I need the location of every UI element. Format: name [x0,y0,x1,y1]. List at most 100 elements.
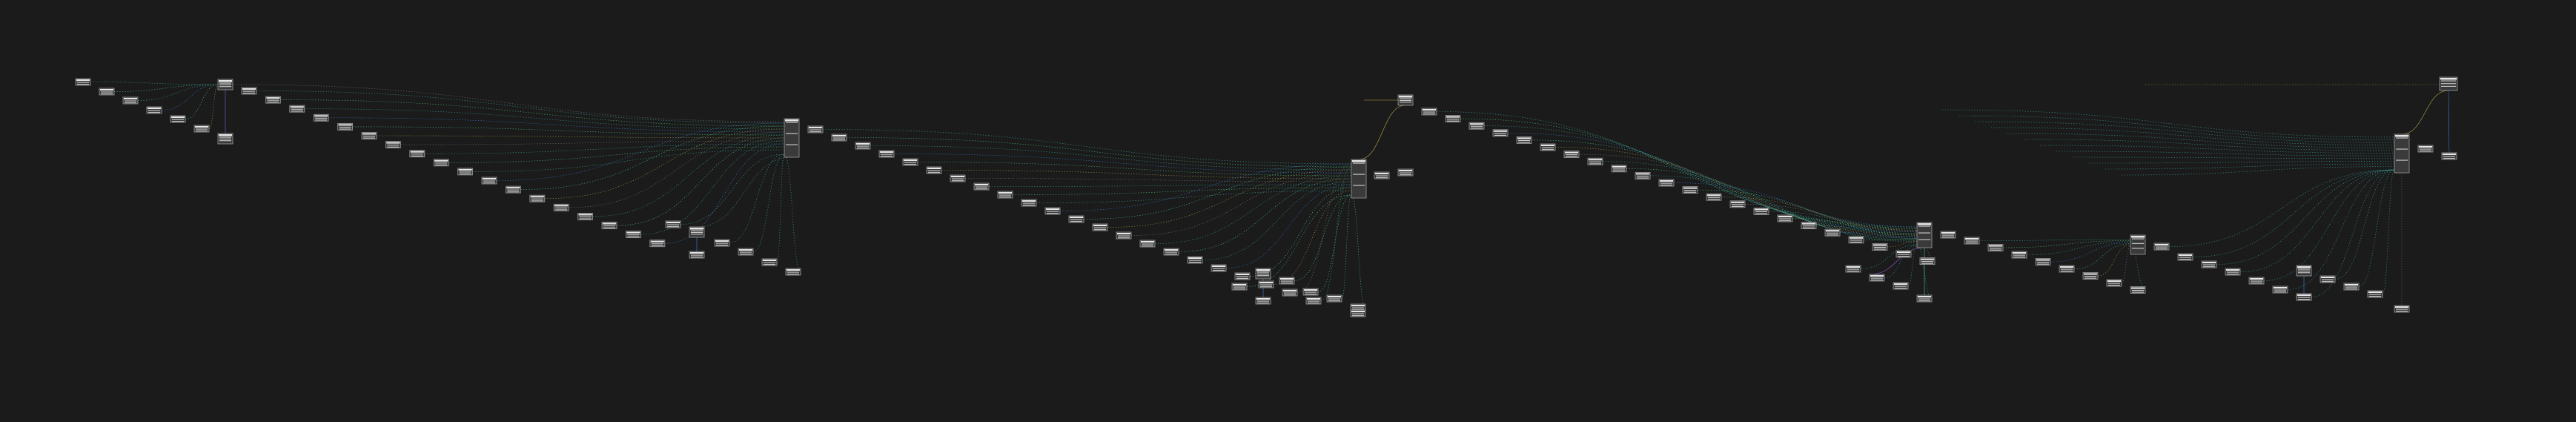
c1-node-11[interactable] [481,177,497,185]
c3-node-15[interactable] [1753,207,1769,215]
c2-node-5[interactable] [902,158,918,166]
hub-1-sub-node[interactable] [689,226,705,238]
c1-node-2[interactable] [265,96,281,104]
c2-node-13[interactable] [1092,223,1108,231]
c1-tail-node[interactable] [689,251,705,259]
start-node-3[interactable] [122,96,139,105]
c2-node-21[interactable] [1282,289,1298,297]
hub-4-top-node[interactable] [2439,76,2458,91]
c4-low-node-6[interactable] [2272,286,2288,294]
c1-low-node-2[interactable] [714,239,730,247]
c3-node-20[interactable] [1872,243,1888,251]
c2-node-12[interactable] [1068,215,1085,223]
c3-node-4[interactable] [1492,129,1509,137]
c2-low-node-2[interactable] [1279,277,1295,285]
c3-node-1[interactable] [1421,108,1437,116]
c2-node-4[interactable] [878,150,895,158]
c1-node-6[interactable] [361,132,377,139]
c3-node-9[interactable] [1611,165,1627,173]
c2-low-node-3[interactable] [1302,288,1319,296]
start-node-2[interactable] [99,88,115,96]
c2-node-7[interactable] [950,174,966,182]
c2-node-10[interactable] [1021,199,1037,207]
c2-node-15[interactable] [1139,240,1156,248]
hub-2-top-node[interactable] [1397,94,1414,106]
c1-node-3[interactable] [289,105,305,113]
c1-node-14[interactable] [553,203,569,211]
c4-low-node-10[interactable] [2367,290,2383,298]
c1-node-1[interactable] [241,87,257,95]
start-node-1[interactable] [75,78,91,86]
c4-low-node-5[interactable] [2248,277,2265,285]
c3-node-16[interactable] [1777,214,1793,222]
hub-4-sub-node[interactable] [2296,265,2312,277]
hub-2-sub-node[interactable] [1255,268,1271,280]
c3-node-11[interactable] [1658,179,1675,187]
hub-1-aux-node[interactable] [217,133,234,145]
c1-low-node-3[interactable] [738,248,754,256]
c4-low-node-1[interactable] [2153,243,2170,251]
c4-node-6[interactable] [2082,272,2099,280]
c1-node-10[interactable] [457,168,473,176]
start-node-6[interactable] [193,125,210,133]
c2-node-2[interactable] [831,133,847,142]
c4-low-node-8[interactable] [2320,275,2336,283]
c3-node-5[interactable] [1516,136,1532,144]
c1-node-16[interactable] [601,222,617,229]
c1-node-7[interactable] [385,141,401,149]
c4-low-node-9[interactable] [2343,283,2360,291]
c1-node-8[interactable] [409,150,426,158]
c3-low-node-2[interactable] [1869,274,1885,282]
c2-node-11[interactable] [1044,207,1061,215]
c4-end-node[interactable] [2394,305,2410,313]
c4-node-5[interactable] [2059,265,2075,273]
c1-node-4[interactable] [313,113,329,122]
c4-node-7[interactable] [2106,279,2122,287]
c1-node-18[interactable] [649,240,666,248]
c1-node-9[interactable] [433,159,449,167]
c3-node-7[interactable] [1563,151,1580,159]
c2-node-20[interactable] [1258,280,1274,289]
c4-low-node-2[interactable] [2177,253,2193,261]
hub-4-side-node-1[interactable] [2417,145,2434,153]
c4-node-1[interactable] [1964,237,1980,245]
c3-node-2[interactable] [1445,115,1461,123]
c1-node-12[interactable] [506,185,521,194]
c1-node-17[interactable] [626,231,641,239]
hub-2-main-node[interactable] [1351,159,1367,199]
c1-low-node-4[interactable] [761,258,778,266]
c3-node-12[interactable] [1682,186,1698,194]
hub-4-side-node-2[interactable] [2441,152,2457,160]
hub-4-main-node[interactable] [2130,234,2146,255]
c2-end-node[interactable] [1350,309,1366,317]
c2-node-16[interactable] [1163,248,1179,256]
start-node-5[interactable] [170,115,186,123]
c1-low-node-5[interactable] [785,268,801,276]
c3-low-node-4[interactable] [1916,294,1933,303]
c4-node-3[interactable] [2011,251,2027,259]
c2-node-14[interactable] [1116,231,1132,240]
c4-low-node-3[interactable] [2201,260,2217,268]
c2-low-node-1[interactable] [1231,283,1248,291]
c3-node-8[interactable] [1587,157,1603,165]
c2-node-18[interactable] [1211,264,1227,272]
c2-node-8[interactable] [973,182,990,191]
c2-tail-node[interactable] [1255,297,1271,305]
c1-low-node-1[interactable] [665,220,681,228]
c2-node-3[interactable] [855,142,871,150]
c1-node-5[interactable] [337,122,354,131]
c3-node-3[interactable] [1469,122,1485,130]
hub-2-side-node-1[interactable] [1397,168,1414,177]
c2-node-9[interactable] [997,191,1013,199]
c3-node-18[interactable] [1824,228,1841,237]
node-graph-canvas[interactable] [0,0,2576,422]
c2-low-node-4[interactable] [1326,294,1342,303]
c3-node-13[interactable] [1706,193,1722,201]
c3-node-6[interactable] [1540,143,1556,151]
c4-node-4[interactable] [2035,258,2051,266]
c4-tail-node[interactable] [2296,293,2312,301]
c3-node-14[interactable] [1729,200,1746,208]
c3-low-node-1[interactable] [1845,265,1861,273]
c4-node-8[interactable] [2130,286,2146,294]
c2-node-1[interactable] [807,125,824,133]
